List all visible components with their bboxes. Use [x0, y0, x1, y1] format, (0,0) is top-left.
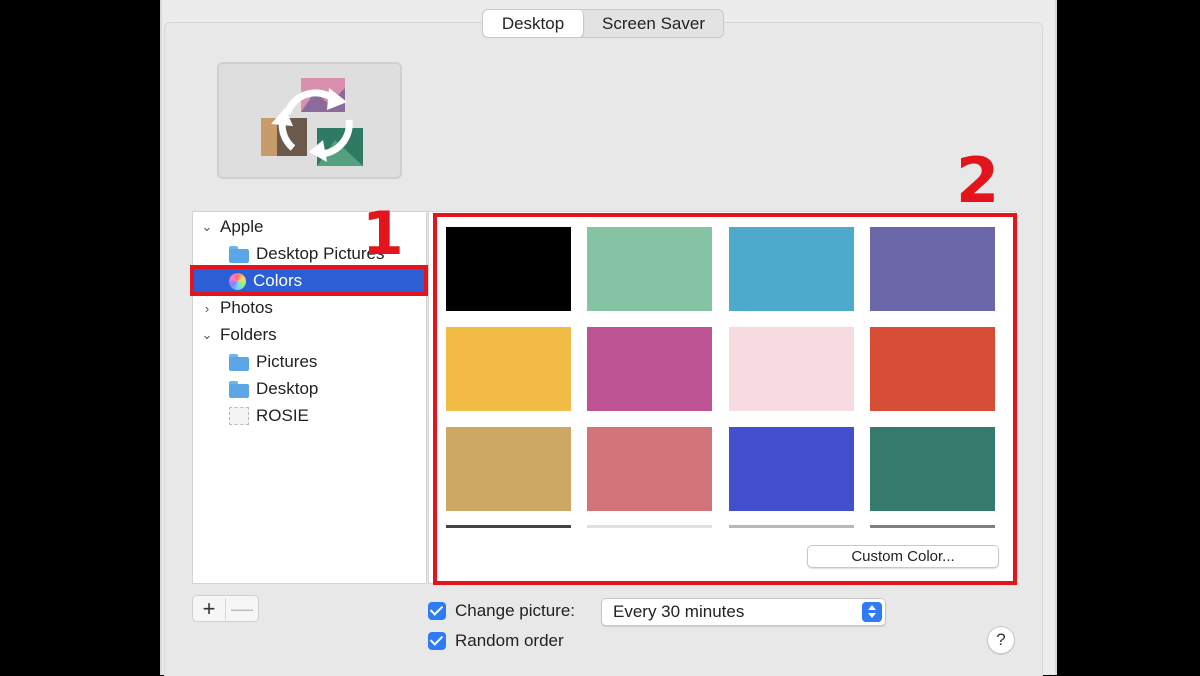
add-remove-control: + —: [192, 595, 259, 622]
tab-bar: Desktop Screen Saver: [482, 9, 724, 38]
sidebar-item-label: ROSIE: [256, 406, 309, 425]
sidebar-item-label: Desktop: [256, 379, 319, 398]
change-picture-option: Change picture:: [428, 601, 575, 621]
tab-screen-saver[interactable]: Screen Saver: [584, 10, 723, 37]
sidebar-group-folders[interactable]: ⌄ Folders: [193, 322, 426, 348]
sidebar-item-rosie[interactable]: ROSIE: [193, 403, 426, 429]
annotation-marker-1: 1: [362, 199, 404, 269]
sidebar-group-photos[interactable]: › Photos: [193, 295, 426, 321]
sidebar-item-label: Photos: [220, 298, 273, 317]
change-picture-label: Change picture:: [455, 601, 576, 620]
sidebar-item-desktop[interactable]: Desktop: [193, 376, 426, 402]
tab-desktop[interactable]: Desktop: [483, 10, 584, 37]
random-order-option: Random order: [428, 631, 564, 651]
help-button[interactable]: ?: [987, 626, 1015, 654]
chevron-right-icon[interactable]: ›: [200, 301, 214, 316]
sidebar-item-label: Pictures: [256, 352, 318, 371]
change-interval-select[interactable]: Every 30 minutes: [601, 598, 886, 626]
chevron-down-icon[interactable]: ⌄: [200, 219, 214, 235]
annotation-box-swatches: [433, 213, 1017, 585]
random-order-label: Random order: [455, 631, 564, 650]
change-picture-checkbox[interactable]: [428, 602, 446, 620]
chevron-down-icon[interactable]: ⌄: [200, 327, 214, 343]
folder-icon: [229, 353, 249, 371]
rotating-pictures-icon: [261, 78, 363, 166]
folder-icon: [229, 380, 249, 398]
updown-stepper-icon[interactable]: [862, 602, 882, 622]
remove-folder-button[interactable]: —: [225, 597, 258, 620]
random-order-checkbox[interactable]: [428, 632, 446, 650]
annotation-marker-2: 2: [956, 144, 1000, 217]
sidebar-item-label: Apple: [220, 217, 264, 236]
add-folder-button[interactable]: +: [193, 597, 225, 620]
folder-icon: [229, 245, 249, 263]
sidebar-item-pictures[interactable]: Pictures: [193, 349, 426, 375]
drive-icon: [229, 407, 249, 425]
annotation-box-colors: [190, 265, 428, 296]
sidebar-item-label: Folders: [220, 325, 277, 344]
interval-value: Every 30 minutes: [613, 602, 745, 621]
desktop-preview-thumbnail: [217, 62, 402, 179]
